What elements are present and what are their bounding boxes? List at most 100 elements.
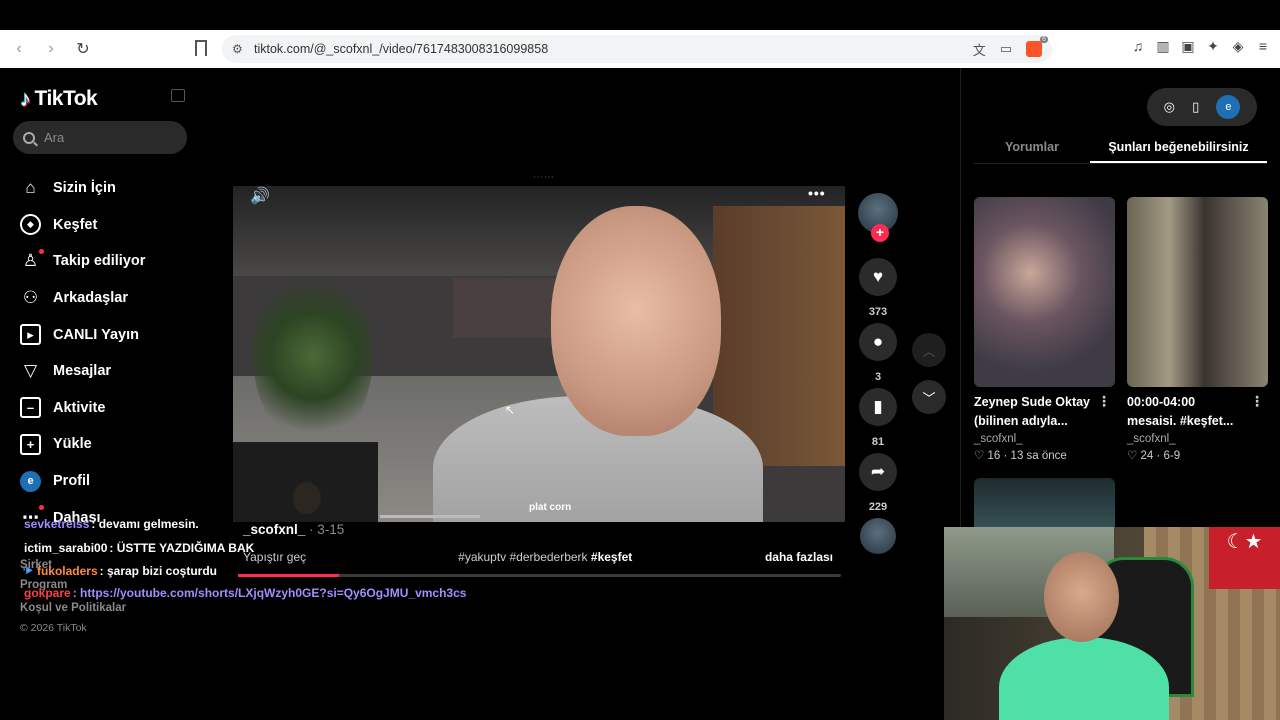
compass-small-icon[interactable]: ◎	[1164, 99, 1175, 115]
previous-video-icon[interactable]: ︿	[912, 333, 946, 367]
nav-label: Yükle	[53, 436, 92, 453]
bookmark-icon[interactable]	[195, 40, 207, 56]
live-icon: ▸	[20, 324, 41, 346]
card-thumbnail[interactable]	[974, 197, 1115, 387]
card-more-icon[interactable]: ⋮	[1097, 393, 1111, 410]
tiktok-logo[interactable]: ♪ TikTok	[20, 86, 98, 112]
forward-icon[interactable]: ›	[42, 40, 60, 58]
footer-terms[interactable]: Koşul ve Politikalar	[20, 602, 126, 614]
logo-text: TikTok	[34, 87, 98, 110]
video-description: Yapıştır geç #yakuptv #derbederberk #keş…	[243, 550, 833, 564]
footer-copyright: © 2026 TikTok	[20, 622, 87, 634]
card-likes: 16	[987, 450, 1001, 462]
video-progress-bar[interactable]	[238, 574, 841, 577]
card-title-line: (bilinen adıyla...	[974, 414, 1068, 428]
save-action[interactable]: ▮ 81	[859, 388, 897, 448]
nav-item-following[interactable]: ♙ Takip ediliyor	[20, 243, 145, 280]
menu-icon[interactable]: ≡	[1256, 38, 1270, 55]
streamer-head	[1044, 552, 1119, 642]
browser-tools: ♫ ▥ ▣ ✦ ◈ ≡	[1131, 38, 1270, 55]
streamer-webcam: ☾★	[944, 527, 1280, 720]
share-icon[interactable]: ➦	[859, 453, 897, 491]
tab-you-may-like[interactable]: Şunları beğenebilirsiniz	[1090, 138, 1267, 163]
next-video-icon[interactable]: ﹀	[912, 380, 946, 414]
notification-dot	[39, 248, 44, 254]
chat-user: fukoladers	[36, 564, 98, 578]
card-thumbnail[interactable]	[1127, 197, 1268, 387]
chat-text: : şarap bizi coşturdu	[99, 564, 217, 578]
wallet-icon[interactable]: ▣	[1181, 38, 1195, 55]
chat-user: sevketreiss	[24, 517, 90, 531]
brave-shields-icon[interactable]: 6	[1026, 36, 1048, 57]
comment-action[interactable]: ● 3	[859, 323, 897, 383]
video-player[interactable]: plat corn	[233, 186, 845, 522]
volume-icon[interactable]: 🔊	[250, 186, 272, 206]
card-title: Zeynep Sude Oktay (bilinen adıyla...	[974, 393, 1099, 431]
nav-item-upload[interactable]: + Yükle	[20, 426, 145, 463]
nav-item-activity[interactable]: – Aktivite	[20, 390, 145, 427]
tags-text[interactable]: #yakuptv #derbederberk	[458, 550, 591, 564]
address-bar[interactable]: ⚙ tiktok.com/@_scofxnl_/video/7617483008…	[222, 35, 1052, 63]
cast-icon[interactable]: ▭	[1000, 41, 1012, 57]
stat-separator: ·	[1156, 450, 1164, 462]
chat-text: : devamı gelmesin.	[91, 517, 199, 531]
nav-item-explore[interactable]: ◆ Keşfet	[20, 207, 145, 244]
nav-item-for-you[interactable]: ⌂ Sizin İçin	[20, 170, 145, 207]
compass-icon: ◆	[20, 214, 41, 236]
top-right-pill: ◎ ▯ e	[1147, 88, 1257, 126]
vpn-icon[interactable]: ◈	[1231, 38, 1245, 55]
music-icon[interactable]: ♫	[1131, 38, 1145, 55]
card-author[interactable]: _scofxnl_	[1127, 433, 1268, 445]
nav-item-live[interactable]: ▸ CANLI Yayın	[20, 316, 145, 353]
music-disc-avatar[interactable]	[860, 518, 896, 554]
card-date: 6-9	[1163, 450, 1181, 462]
video-author[interactable]: _scofxnl_	[243, 522, 305, 537]
sidebar-icon[interactable]: ▥	[1156, 38, 1170, 55]
nav-label: Keşfet	[53, 216, 98, 233]
main-nav: ⌂ Sizin İçin ◆ Keşfet ♙ Takip ediliyor ⚇…	[20, 170, 145, 536]
recommend-card[interactable]: Zeynep Sude Oktay (bilinen adıyla... ⋮ _…	[974, 197, 1115, 462]
sidebar: ♪ TikTok Ara ⌂ Sizin İçin ◆ Keşfet ♙ Tak…	[0, 68, 200, 720]
video-scene-plant	[253, 266, 373, 446]
bookmark-save-icon[interactable]: ▮	[859, 388, 897, 426]
search-input[interactable]: Ara	[13, 121, 187, 154]
tab-comments[interactable]: Yorumlar	[974, 138, 1090, 163]
nav-label: Profil	[53, 473, 91, 490]
video-person-head	[551, 206, 721, 436]
chat-text: : ÜSTTE YAZDIĞIMA BAK	[109, 541, 255, 555]
nav-item-profile[interactable]: e Profil	[20, 463, 145, 500]
device-icon[interactable]: ▯	[1192, 99, 1199, 115]
video-tags[interactable]: #yakuptv #derbederberk #keşfet	[458, 550, 632, 564]
card-more-icon[interactable]: ⋮	[1250, 393, 1264, 410]
inset-face	[293, 482, 321, 514]
back-icon[interactable]: ‹	[10, 40, 28, 58]
card-title-line: Zeynep Sude Oktay	[974, 395, 1091, 409]
chat-user: ictim_sarabi00	[24, 541, 108, 555]
collapse-sidebar-icon[interactable]	[171, 89, 185, 102]
comment-count: 3	[874, 371, 882, 383]
tag-highlight[interactable]: #keşfet	[591, 550, 632, 564]
activity-icon: –	[20, 397, 41, 419]
inner-video-progress	[380, 515, 480, 518]
translate-icon[interactable]: 文	[973, 40, 986, 59]
recommend-card[interactable]: 00:00-04:00 mesaisi. #keşfet... ⋮ _scofx…	[1127, 197, 1268, 462]
author-avatar[interactable]: +	[858, 193, 898, 242]
user-avatar[interactable]: e	[1216, 95, 1241, 119]
site-settings-icon[interactable]: ⚙	[232, 42, 248, 56]
video-author-line[interactable]: _scofxnl_ · 3-15	[243, 522, 344, 537]
panel-tabs: Yorumlar Şunları beğenebilirsiniz	[974, 138, 1267, 164]
follow-plus-icon[interactable]: +	[871, 224, 889, 242]
leo-ai-icon[interactable]: ✦	[1206, 38, 1220, 55]
card-author[interactable]: _scofxnl_	[974, 433, 1115, 445]
share-action[interactable]: ➦ 229	[859, 453, 897, 513]
nav-item-friends[interactable]: ⚇ Arkadaşlar	[20, 280, 145, 317]
more-link[interactable]: daha fazlası	[765, 550, 833, 564]
like-action[interactable]: ♥ 373	[859, 258, 897, 318]
heart-icon[interactable]: ♥	[859, 258, 897, 296]
nav-item-messages[interactable]: ▽ Mesajlar	[20, 353, 145, 390]
reload-icon[interactable]: ↻	[74, 39, 92, 59]
profile-avatar: e	[20, 470, 41, 492]
video-more-icon[interactable]: •••	[808, 185, 826, 201]
drag-handle[interactable]: ⋯⋯	[533, 172, 555, 183]
comment-icon[interactable]: ●	[859, 323, 897, 361]
